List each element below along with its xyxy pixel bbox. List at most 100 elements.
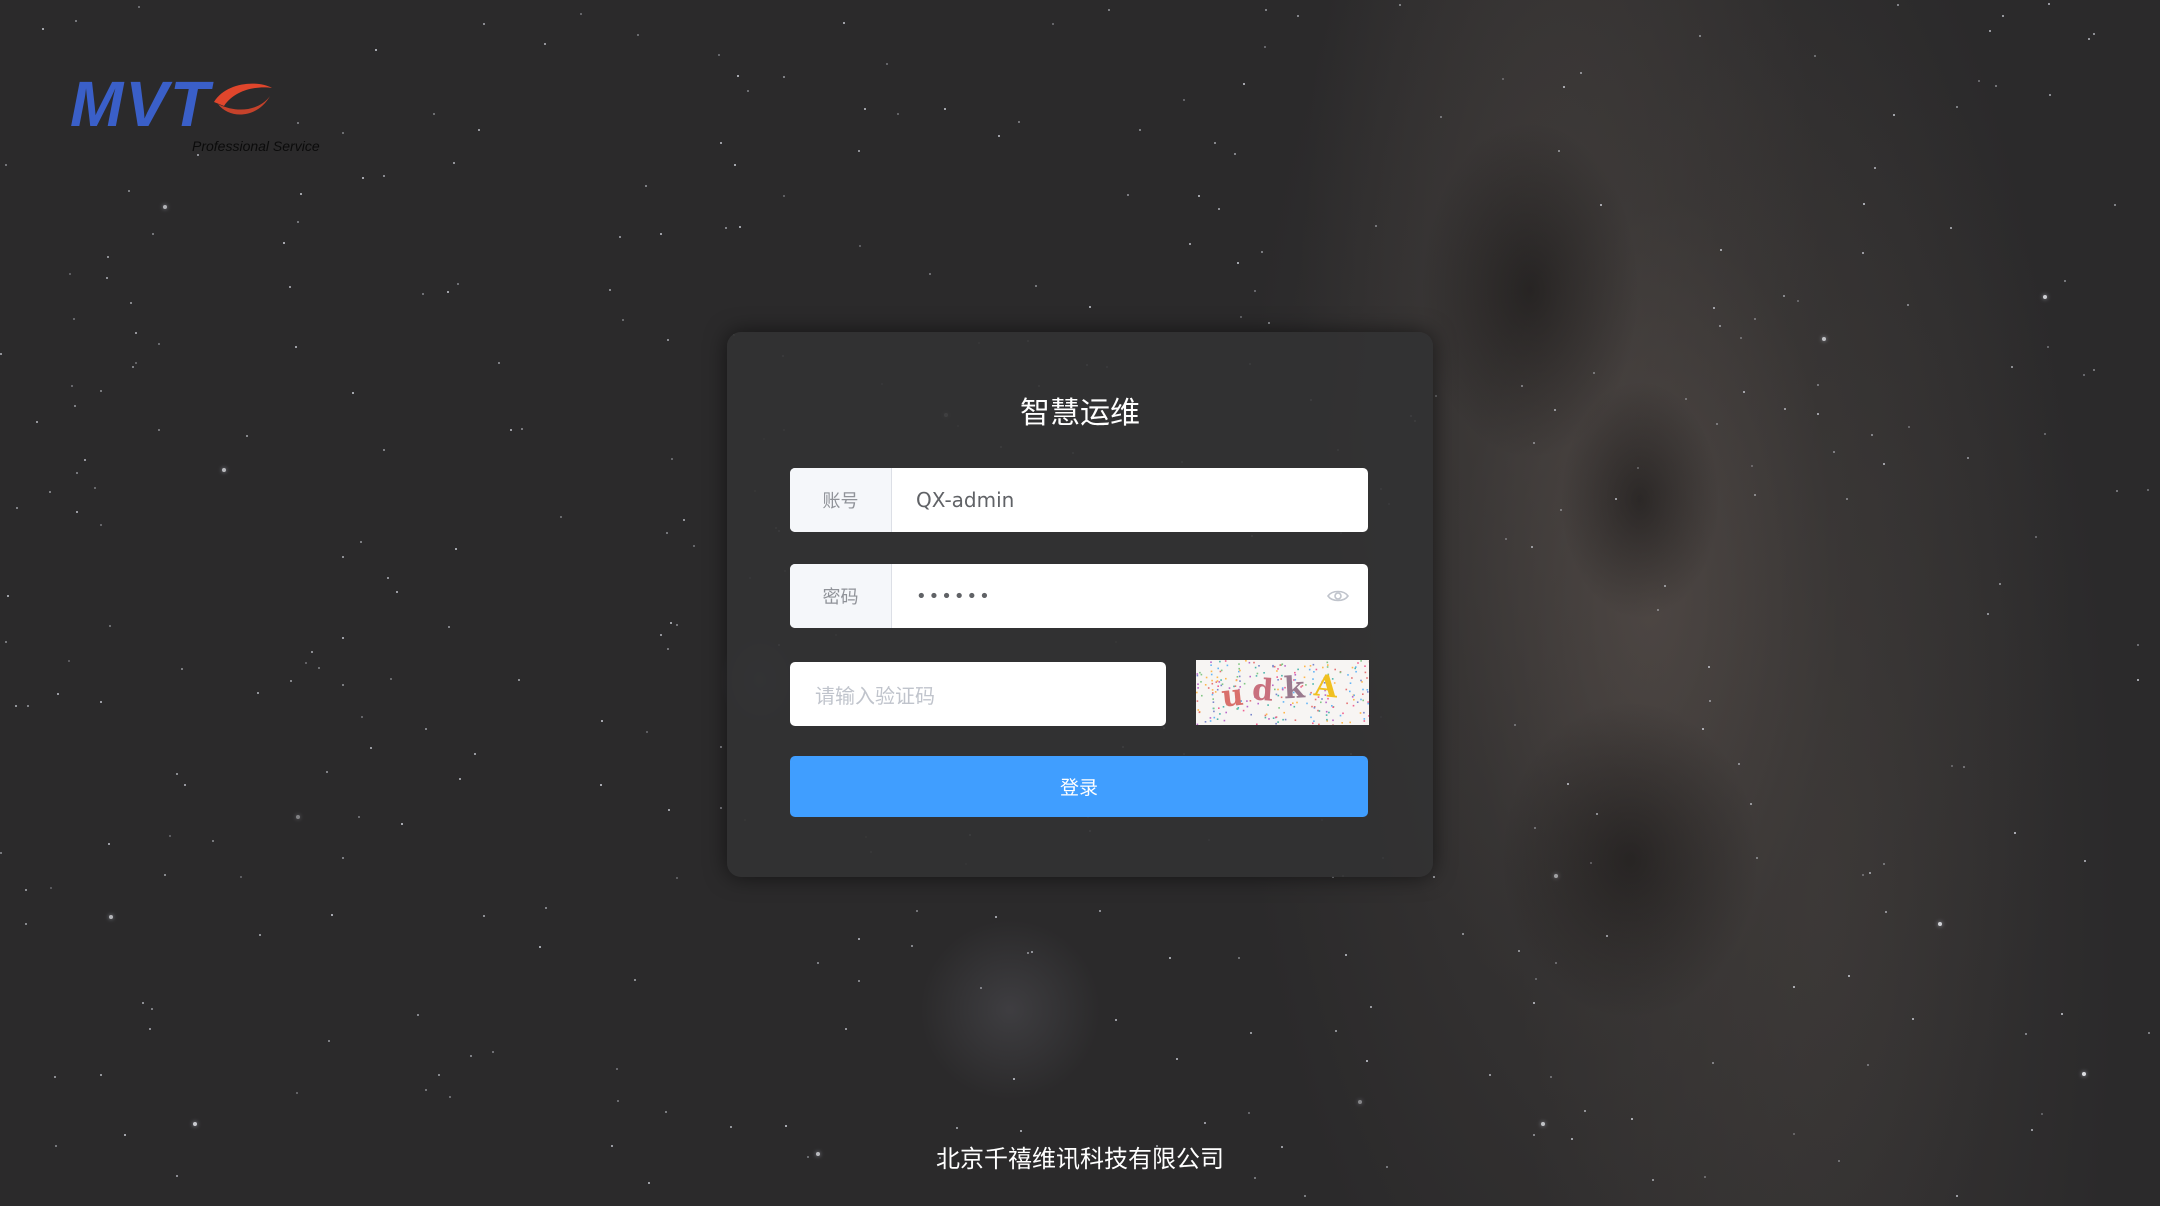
captcha-noise-dot xyxy=(1325,710,1328,713)
captcha-noise-dot xyxy=(1277,721,1279,723)
captcha-noise-dot xyxy=(1304,665,1306,668)
star xyxy=(71,385,73,387)
star xyxy=(667,648,669,650)
star xyxy=(1863,203,1865,205)
star xyxy=(328,1040,330,1042)
captcha-noise-dot xyxy=(1205,676,1208,679)
login-button[interactable]: 登录 xyxy=(790,756,1368,817)
captcha-noise-dot xyxy=(1367,701,1369,703)
star xyxy=(539,946,541,948)
star xyxy=(634,979,636,981)
captcha-noise-dot xyxy=(1210,664,1212,666)
star xyxy=(1204,1122,1206,1124)
star xyxy=(100,390,102,392)
captcha-noise-dot xyxy=(1253,661,1255,664)
star xyxy=(1264,46,1266,48)
captcha-noise-dot xyxy=(1197,683,1199,685)
captcha-noise-dot xyxy=(1357,662,1359,664)
captcha-noise-dot xyxy=(1250,713,1252,716)
star xyxy=(660,233,662,235)
star xyxy=(1615,498,1617,500)
logo-wordmark: MVT xyxy=(70,68,212,140)
captcha-char: u xyxy=(1220,678,1245,715)
star xyxy=(1089,306,1091,308)
captcha-noise-dot xyxy=(1279,664,1282,666)
captcha-input[interactable]: 请输入验证码 xyxy=(790,662,1166,726)
star xyxy=(1652,1179,1654,1181)
captcha-noise-dot xyxy=(1346,702,1348,705)
star xyxy=(360,541,362,543)
captcha-noise-dot xyxy=(1209,717,1212,719)
star xyxy=(1738,763,1740,765)
star xyxy=(2049,94,2051,96)
star xyxy=(1139,129,1141,131)
star xyxy=(283,242,285,244)
star xyxy=(1335,1030,1337,1032)
captcha-noise-dot xyxy=(1211,682,1214,685)
star xyxy=(2093,33,2095,35)
star xyxy=(1563,86,1565,88)
star xyxy=(362,177,364,179)
star xyxy=(361,716,363,718)
star xyxy=(1817,413,1819,415)
captcha-noise-dot xyxy=(1211,679,1213,682)
captcha-noise-dot xyxy=(1326,661,1329,664)
star xyxy=(1268,322,1270,324)
logo-tagline: Professional Service xyxy=(192,138,320,154)
star xyxy=(2047,346,2049,348)
star xyxy=(295,346,297,348)
password-input[interactable]: •••••• xyxy=(892,564,1308,628)
star xyxy=(1558,150,1560,152)
captcha-noise-dot xyxy=(1306,702,1308,705)
star xyxy=(300,193,302,195)
account-input[interactable]: QX-admin xyxy=(892,468,1368,532)
star xyxy=(1198,195,1200,197)
captcha-image[interactable]: u d k A xyxy=(1196,660,1369,725)
star xyxy=(149,1028,151,1030)
captcha-noise-dot xyxy=(1363,711,1365,714)
star xyxy=(1907,304,1909,306)
star xyxy=(2084,860,2086,862)
star xyxy=(2116,490,2118,492)
star xyxy=(1719,325,1721,327)
captcha-noise-dot xyxy=(1313,671,1315,673)
star xyxy=(1593,372,1595,374)
captcha-noise-dot xyxy=(1283,711,1285,714)
star xyxy=(169,835,171,837)
captcha-noise-dot xyxy=(1216,688,1219,691)
star xyxy=(1020,1130,1022,1132)
star xyxy=(453,162,455,164)
star xyxy=(158,429,160,431)
captcha-noise-dot xyxy=(1268,718,1270,720)
eye-icon[interactable] xyxy=(1308,564,1368,628)
captcha-noise-dot xyxy=(1275,722,1277,725)
star xyxy=(1535,978,1537,980)
star xyxy=(2114,204,2116,206)
captcha-noise-dot xyxy=(1217,685,1219,687)
captcha-noise-dot xyxy=(1280,678,1282,680)
account-label: 账号 xyxy=(790,468,892,532)
star xyxy=(1978,80,1980,82)
logo-swoosh-icon xyxy=(214,83,272,115)
star xyxy=(2137,644,2139,646)
star xyxy=(1862,252,1864,254)
captcha-noise-dot xyxy=(1339,714,1342,717)
star xyxy=(1740,337,1742,339)
star xyxy=(1631,1118,1633,1120)
captcha-noise-dot xyxy=(1293,705,1296,708)
captcha-noise-dot xyxy=(1313,720,1315,722)
captcha-noise-dot xyxy=(1347,674,1349,676)
star xyxy=(783,195,785,197)
captcha-noise-dot xyxy=(1332,706,1334,708)
star xyxy=(859,245,861,247)
star xyxy=(50,887,52,889)
star xyxy=(1541,1122,1545,1126)
captcha-noise-dot xyxy=(1264,716,1267,719)
star xyxy=(0,353,2,355)
captcha-noise-dot xyxy=(1197,687,1199,689)
captcha-noise-dot xyxy=(1276,670,1278,672)
star xyxy=(1505,538,1507,540)
star xyxy=(163,205,167,209)
star xyxy=(1584,1110,1586,1112)
star xyxy=(1366,1060,1368,1062)
